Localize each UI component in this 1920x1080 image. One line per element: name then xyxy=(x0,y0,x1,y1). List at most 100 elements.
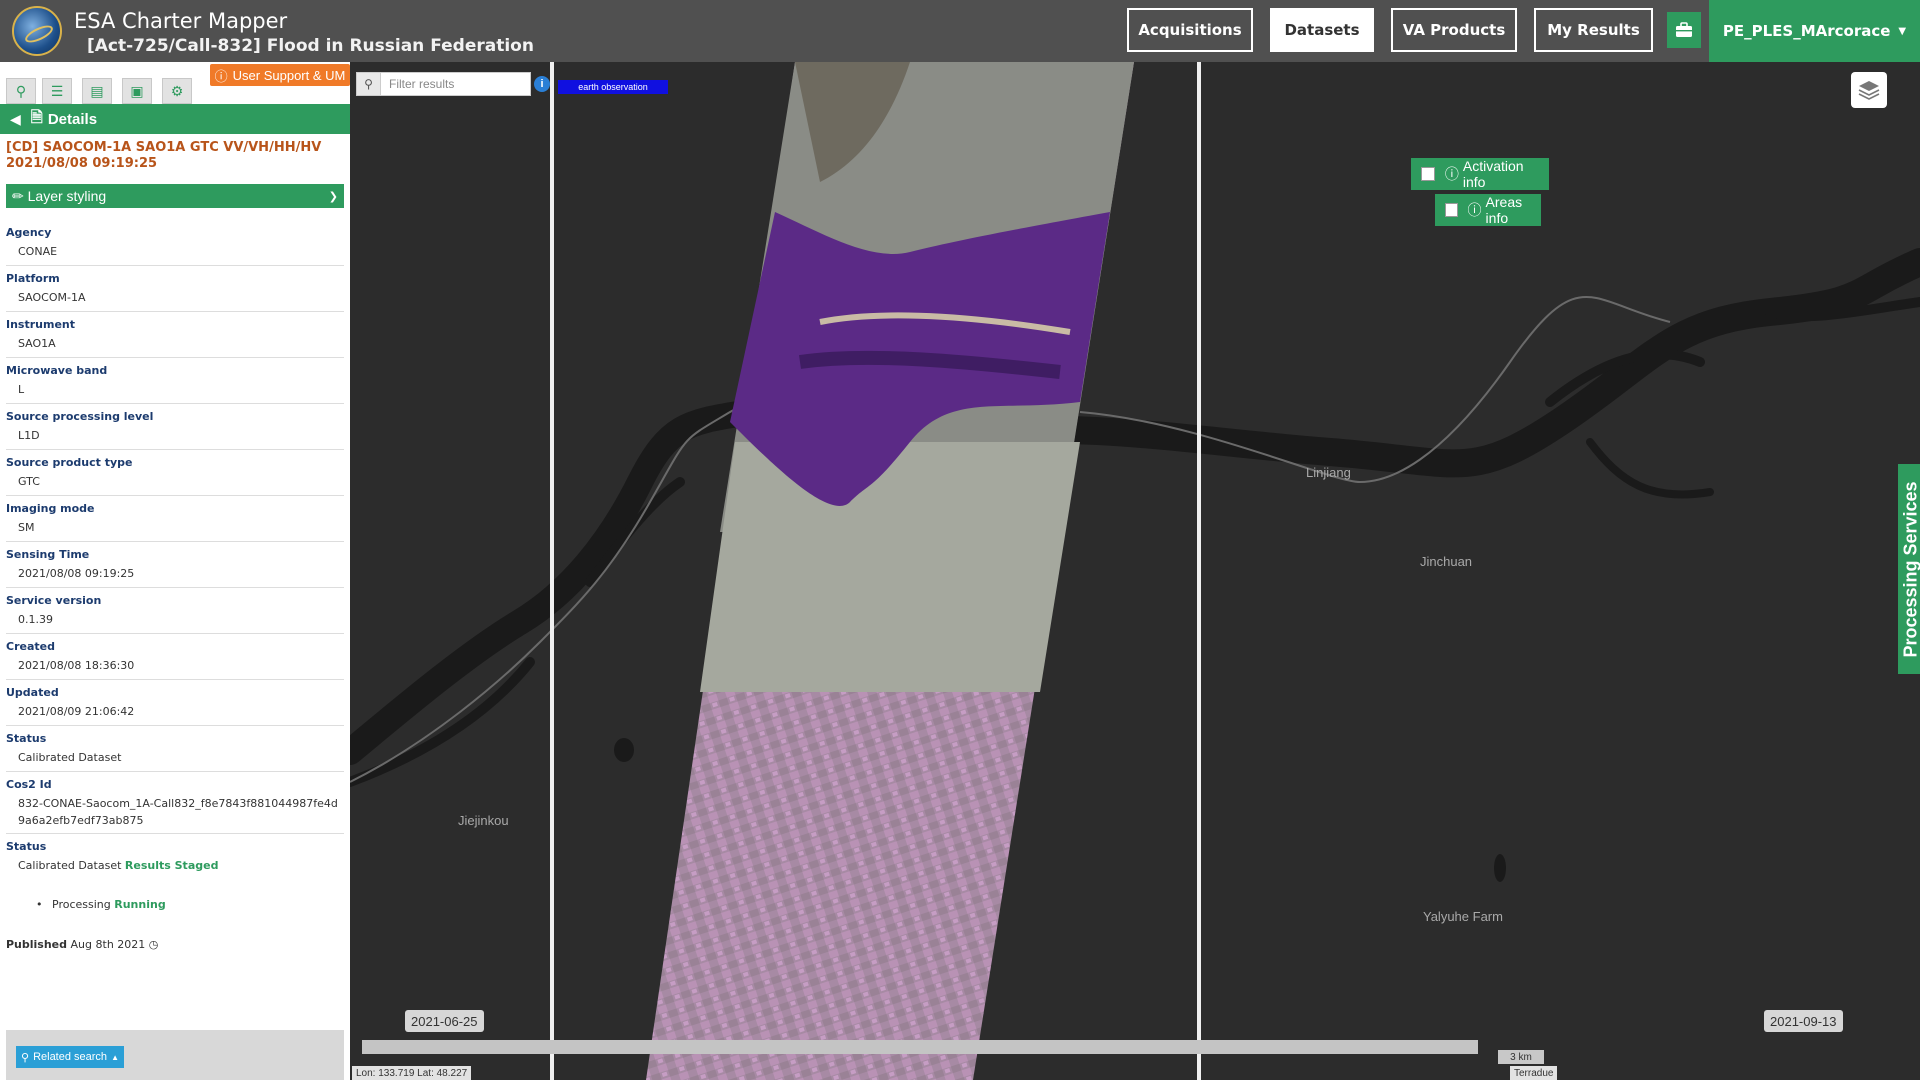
field-value: SAO1A xyxy=(18,337,56,350)
field-key: Service version xyxy=(6,594,102,607)
areas-info-checkbox[interactable] xyxy=(1445,203,1458,217)
field-key: Status xyxy=(6,840,47,853)
field-instrument: Instrument SAO1A xyxy=(6,312,344,358)
field-key: Microwave band xyxy=(6,364,108,377)
sar-image-strip xyxy=(646,62,1134,1080)
info-icon[interactable]: i xyxy=(534,76,550,92)
caret-down-icon: ▼ xyxy=(1898,25,1907,37)
field-processing-level: Source processing level L1D xyxy=(6,404,344,450)
field-value: Calibrated Dataset Results Staged xyxy=(6,853,344,872)
archive-icon: ▣ xyxy=(130,82,144,99)
info-icon: ⓘ xyxy=(214,68,228,84)
field-key: Status xyxy=(6,732,47,745)
search-tool-button[interactable]: ⚲ xyxy=(6,78,36,104)
river-network xyxy=(350,248,1920,787)
field-key: Cos2 Id xyxy=(6,778,52,791)
nav-va-products-button[interactable]: VA Products xyxy=(1391,8,1517,52)
activation-info-label: Activation info xyxy=(1462,158,1524,190)
map-canvas xyxy=(350,62,1920,1080)
areas-info-label: Areas info xyxy=(1485,194,1523,226)
caret-up-icon: ▲ xyxy=(111,1052,119,1062)
timeline-marker-right xyxy=(1197,62,1201,1080)
search-icon: ⚲ xyxy=(357,73,381,95)
list-icon: ☰ xyxy=(50,82,64,99)
user-name: PE_PLES_MArcorace xyxy=(1722,22,1891,40)
field-updated: Updated 2021/08/09 21:06:42 xyxy=(6,680,344,726)
related-search-button[interactable]: ⚲ Related search ▲ xyxy=(16,1046,124,1068)
field-key: Platform xyxy=(6,272,60,285)
chevron-right-icon: ❯ xyxy=(328,190,338,203)
field-value: Calibrated Dataset xyxy=(18,751,122,764)
layer-styling-button[interactable]: ✏ Layer styling ❯ xyxy=(6,184,344,208)
processing-services-tab[interactable]: Processing Services xyxy=(1898,464,1920,674)
processing-state: Running xyxy=(114,898,166,911)
product-title: [CD] SAOCOM-1A SAO1A GTC VV/VH/HH/HV 202… xyxy=(6,140,322,171)
document-icon: 🗎 xyxy=(30,108,43,126)
metadata-fields: Agency CONAE Platform SAOCOM-1A Instrument… xyxy=(6,220,344,880)
clock-icon: ◷ xyxy=(148,938,159,951)
map-view[interactable]: Linjiang Jinchuan Jiejinkou Yalyuhe Farm… xyxy=(350,62,1920,1080)
map-attribution[interactable]: Terradue xyxy=(1510,1066,1558,1080)
panel-toolbar: ⚲ ☰ ▤ ▣ ⚙ ⓘ User Support & UM xyxy=(0,62,350,104)
activation-info-checkbox[interactable] xyxy=(1421,167,1435,181)
field-service-version: Service version 0.1.39 xyxy=(6,588,344,634)
activation-title: [Act-725/Call-832] Flood in Russian Fede… xyxy=(87,36,534,56)
related-search-area: ⚲ Related search ▲ xyxy=(6,1030,344,1080)
processing-services-label: Processing Services xyxy=(1900,480,1920,658)
eo-tag[interactable]: earth observation xyxy=(558,80,668,94)
scale-bar: 3 km xyxy=(1498,1050,1544,1064)
bullet-icon: • xyxy=(36,898,43,911)
timeline-marker-left xyxy=(550,62,554,1080)
field-imaging-mode: Imaging mode SM xyxy=(6,496,344,542)
field-key: Agency xyxy=(6,226,52,239)
layers-button[interactable] xyxy=(1851,72,1887,108)
timeline-slider[interactable] xyxy=(362,1040,1478,1054)
brush-icon: ✏ xyxy=(12,187,24,204)
place-label: Linjiang xyxy=(1306,465,1351,480)
user-support-button[interactable]: ⓘ User Support & UM xyxy=(210,64,350,86)
layer-styling-label: Layer styling xyxy=(27,187,107,204)
coordinates-readout: Lon: 133.719 Lat: 48.227 xyxy=(352,1066,472,1080)
basket-tool-button[interactable]: ▤ xyxy=(82,78,112,104)
archive-tool-button[interactable]: ▣ xyxy=(122,78,152,104)
processing-label: Processing xyxy=(52,898,111,911)
related-search-label: Related search xyxy=(33,1051,108,1063)
field-value: L1D xyxy=(18,429,40,442)
details-panel: ⚲ ☰ ▤ ▣ ⚙ ⓘ User Support & UM ◀ 🗎 Detail… xyxy=(0,62,350,1080)
user-support-label: User Support & UM xyxy=(232,67,346,83)
layers-icon xyxy=(1858,81,1880,100)
list-tool-button[interactable]: ☰ xyxy=(42,78,72,104)
nav-datasets-button[interactable]: Datasets xyxy=(1270,8,1374,52)
field-cos2-id: Cos2 Id 832-CONAE-Saocom_1A-Call832_f8e78… xyxy=(6,772,344,834)
field-key: Updated xyxy=(6,686,59,699)
nav-acquisitions-button[interactable]: Acquisitions xyxy=(1127,8,1253,52)
field-value: 0.1.39 xyxy=(18,613,53,626)
filter-results-input[interactable]: ⚲ Filter results xyxy=(356,72,531,96)
filter-placeholder: Filter results xyxy=(389,77,455,91)
briefcase-button[interactable] xyxy=(1667,12,1701,48)
timeline-start-date: 2021-06-25 xyxy=(405,1010,484,1032)
field-value: CONAE xyxy=(18,245,58,258)
field-status-staged: Status Calibrated Dataset Results Staged xyxy=(6,834,344,880)
areas-info-button[interactable]: ⓘ Areas info xyxy=(1435,194,1541,226)
status-value: Calibrated Dataset xyxy=(18,859,122,872)
field-key: Created xyxy=(6,640,55,653)
field-agency: Agency CONAE xyxy=(6,220,344,266)
field-key: Source processing level xyxy=(6,410,154,423)
field-key: Source product type xyxy=(6,456,133,469)
field-value: 2021/08/09 21:06:42 xyxy=(18,705,135,718)
user-menu[interactable]: PE_PLES_MArcorace ▼ xyxy=(1709,0,1920,62)
details-header: ◀ 🗎 Details xyxy=(0,104,350,134)
back-arrow-icon[interactable]: ◀ xyxy=(10,111,21,128)
activation-info-button[interactable]: ⓘ Activation info xyxy=(1411,158,1549,190)
settings-tool-button[interactable]: ⚙ xyxy=(162,78,192,104)
basket-icon: ▤ xyxy=(90,82,104,99)
field-platform: Platform SAOCOM-1A xyxy=(6,266,344,312)
nav-my-results-button[interactable]: My Results xyxy=(1534,8,1653,52)
field-key: Imaging mode xyxy=(6,502,95,515)
field-value: GTC xyxy=(18,475,40,488)
published-label: Published xyxy=(6,938,68,951)
search-icon: ⚲ xyxy=(21,1051,30,1064)
field-value: 2021/08/08 18:36:30 xyxy=(18,659,135,672)
published-info: Published Aug 8th 2021 ◷ xyxy=(6,938,158,951)
